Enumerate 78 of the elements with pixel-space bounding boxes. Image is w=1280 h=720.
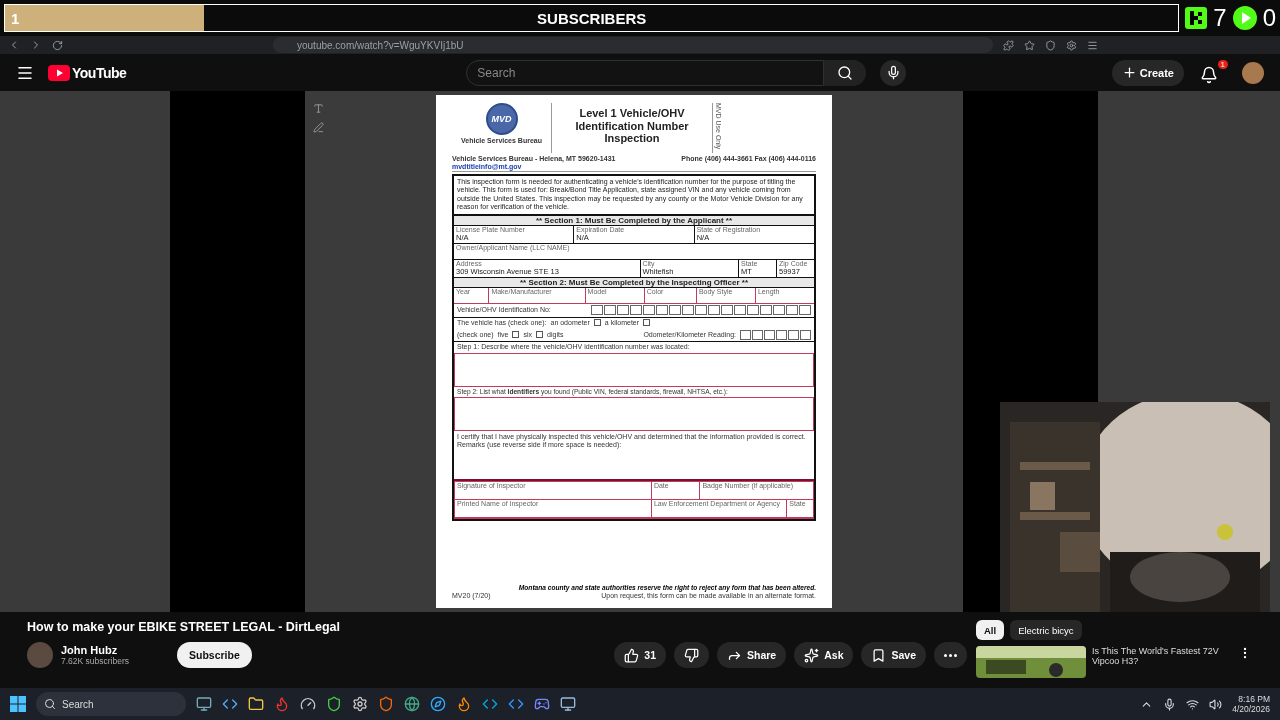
search-button[interactable] bbox=[824, 59, 867, 86]
more-button[interactable] bbox=[934, 642, 967, 668]
mic-icon bbox=[885, 65, 901, 80]
bell-icon bbox=[1200, 65, 1218, 84]
globe-icon[interactable] bbox=[404, 696, 420, 712]
plus-icon bbox=[1121, 65, 1137, 80]
code-icon[interactable] bbox=[222, 696, 238, 712]
subscriber-count: 1 bbox=[11, 10, 20, 27]
thumbs-up-icon bbox=[624, 647, 640, 663]
code-icon[interactable] bbox=[482, 696, 498, 712]
bookmark-icon bbox=[871, 647, 887, 663]
checkbox[interactable] bbox=[512, 331, 520, 339]
wifi-icon[interactable] bbox=[1186, 697, 1200, 711]
folder-icon[interactable] bbox=[248, 696, 264, 712]
search-field[interactable]: Search bbox=[466, 59, 825, 86]
recommendation-title[interactable]: Vipcoo H3? bbox=[1092, 656, 1232, 666]
search-icon bbox=[837, 64, 854, 81]
save-button[interactable]: Save bbox=[861, 642, 926, 668]
volume-icon[interactable] bbox=[1209, 697, 1223, 711]
notifications-button[interactable]: 1 bbox=[1198, 59, 1228, 86]
like-button[interactable]: 31 bbox=[614, 642, 666, 668]
taskbar-search[interactable]: Search bbox=[36, 692, 186, 716]
gear-icon[interactable] bbox=[352, 696, 368, 712]
create-button[interactable]: Create bbox=[1111, 59, 1184, 86]
ask-button[interactable]: Ask bbox=[794, 642, 854, 668]
thumbs-down-icon bbox=[684, 647, 699, 663]
extensions-icon[interactable] bbox=[1003, 39, 1014, 51]
checkbox[interactable] bbox=[593, 319, 601, 327]
search-icon bbox=[44, 698, 56, 710]
checkbox[interactable] bbox=[536, 331, 544, 339]
mic-icon[interactable] bbox=[1163, 697, 1177, 711]
form-title: Level 1 Vehicle/OHV Identification Number Inspection bbox=[574, 107, 690, 145]
shield-icon[interactable] bbox=[326, 696, 342, 712]
avatar[interactable] bbox=[1242, 61, 1264, 84]
monitor-icon[interactable] bbox=[196, 696, 212, 712]
section-heading: ** Section 2: Must Be Completed by the Inspecting Officer ** bbox=[454, 277, 814, 288]
goal-title: SUBSCRIBERS bbox=[537, 9, 647, 27]
follower-count: 7 bbox=[1213, 4, 1227, 32]
shield-icon[interactable] bbox=[1045, 39, 1056, 51]
gamepad-icon[interactable] bbox=[534, 696, 550, 712]
notification-badge: 1 bbox=[1217, 59, 1228, 69]
reload-icon[interactable] bbox=[52, 39, 63, 51]
mvd-seal: MVD bbox=[485, 103, 518, 135]
play-icon bbox=[1232, 6, 1257, 30]
subscriber-count: 7.62K subscribers bbox=[61, 656, 131, 666]
section-heading: ** Section 1: Must Be Completed by the Applicant ** bbox=[454, 215, 814, 226]
taskbar-clock[interactable]: 8:16 PM 4/20/2026 bbox=[1232, 694, 1270, 714]
answer-box[interactable] bbox=[454, 397, 814, 432]
answer-box[interactable] bbox=[454, 352, 814, 387]
flame-icon[interactable] bbox=[274, 696, 290, 712]
reading-boxes bbox=[740, 329, 811, 340]
shield-icon[interactable] bbox=[378, 696, 394, 712]
sparkle-icon bbox=[804, 647, 820, 663]
channel-name[interactable]: John Hubz bbox=[61, 644, 161, 656]
text-tool-icon[interactable] bbox=[313, 103, 324, 114]
code-icon[interactable] bbox=[508, 696, 524, 712]
share-button[interactable]: Share bbox=[717, 642, 787, 668]
recommendation-title[interactable]: Is This The World's Fastest 72V bbox=[1092, 646, 1232, 656]
more-icon bbox=[944, 653, 957, 657]
windows-start-icon[interactable] bbox=[10, 696, 26, 712]
gauge-icon[interactable] bbox=[300, 696, 316, 712]
subscribe-button[interactable]: Subscribe bbox=[177, 642, 252, 668]
filter-chip[interactable]: Electric bicyc bbox=[1010, 620, 1082, 640]
compass-icon[interactable] bbox=[430, 696, 446, 712]
video-title: How to make your EBIKE STREET LEGAL - DirtLegal bbox=[27, 620, 341, 634]
flame-icon[interactable] bbox=[456, 696, 472, 712]
dislike-button[interactable] bbox=[674, 642, 709, 668]
checkbox[interactable] bbox=[643, 319, 651, 327]
monitor-icon[interactable] bbox=[560, 696, 576, 712]
viewer-count: 0 bbox=[1262, 4, 1276, 32]
voice-search-button[interactable] bbox=[880, 59, 907, 86]
address-bar[interactable]: youtube.com/watch?v=WguYKVIj1bU bbox=[273, 37, 993, 53]
pen-tool-icon[interactable] bbox=[313, 122, 324, 133]
star-icon[interactable] bbox=[1024, 39, 1035, 51]
settings-icon[interactable] bbox=[1066, 39, 1077, 51]
filter-chip[interactable]: All bbox=[976, 620, 1005, 640]
pixel-logo-icon bbox=[1185, 7, 1208, 29]
youtube-logo[interactable]: YouTube bbox=[48, 64, 127, 81]
